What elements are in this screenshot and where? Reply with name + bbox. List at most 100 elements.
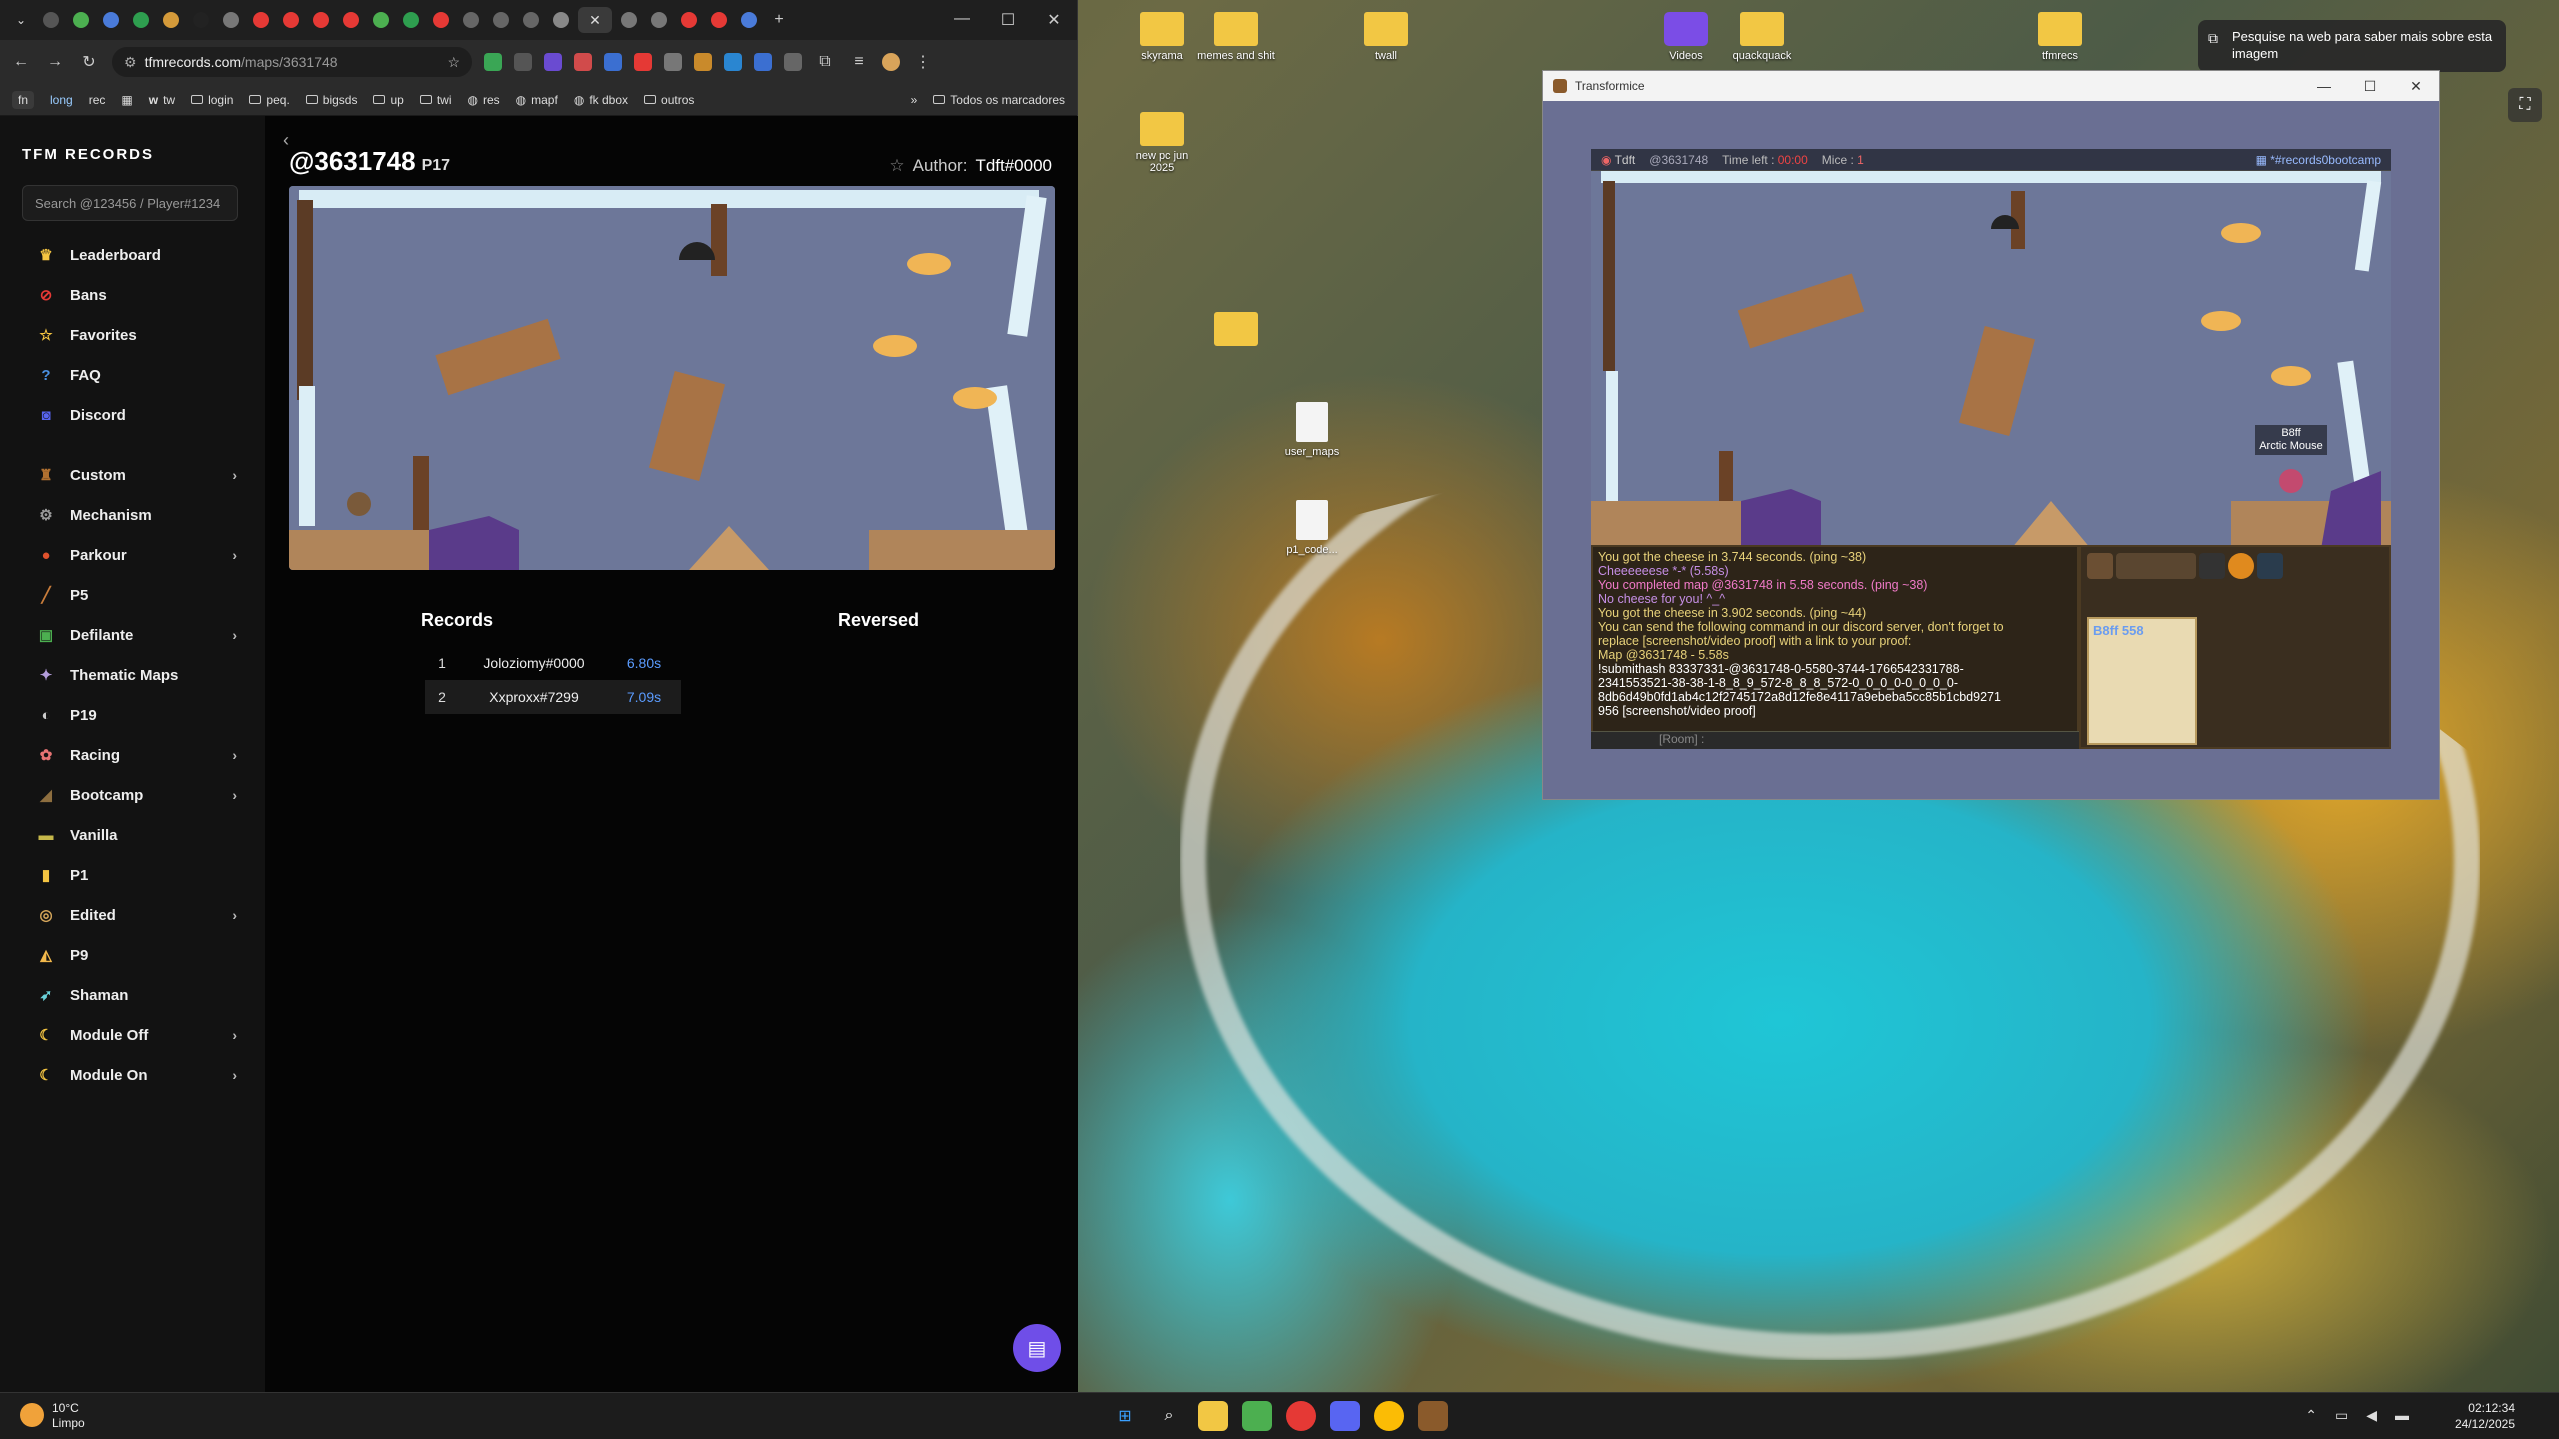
avatar-icon[interactable]	[2087, 553, 2113, 579]
sidebar-item-racing[interactable]: ✿ Racing ›	[22, 735, 243, 775]
tab[interactable]	[38, 7, 64, 33]
chevron-right-icon[interactable]: ›	[232, 907, 237, 923]
tab[interactable]	[518, 7, 544, 33]
sidebar-item-p19[interactable]: ◐ P19	[22, 695, 243, 735]
desktop-folder-newpc[interactable]: new pc jun 2025	[1122, 112, 1202, 174]
sidebar-item-favorites[interactable]: ☆ Favorites	[22, 315, 243, 355]
record-player[interactable]: Joloziomy#0000	[459, 655, 609, 671]
minimize-button[interactable]: —	[2301, 78, 2347, 95]
chevron-right-icon[interactable]: ›	[232, 787, 237, 803]
tab[interactable]	[68, 7, 94, 33]
media-control-icon[interactable]: ≡	[848, 53, 870, 71]
bookmark[interactable]: fn	[12, 90, 35, 109]
tab[interactable]	[706, 7, 732, 33]
chevron-right-icon[interactable]: ›	[232, 1027, 237, 1043]
map-icon[interactable]	[2257, 553, 2283, 579]
sidebar-item-shaman[interactable]: ➶ Shaman	[22, 975, 243, 1015]
sidebar-item-bootcamp[interactable]: ◢ Bootcamp ›	[22, 775, 243, 815]
search-input[interactable]: Search @123456 / Player#1234	[22, 185, 238, 221]
game-titlebar[interactable]: Transformice — ☐ ✕	[1543, 71, 2439, 101]
apps-grid-icon[interactable]: ▦	[121, 93, 132, 107]
all-bookmarks-folder[interactable]: Todos os marcadores	[933, 93, 1065, 107]
bookmark-folder[interactable]: bigsds	[305, 93, 357, 107]
sidebar-item-p1[interactable]: ▮ P1	[22, 855, 243, 895]
close-tab-icon[interactable]: ✕	[589, 12, 601, 29]
desktop-folder-quackquack[interactable]: quackquack	[1722, 12, 1802, 62]
extension-icon[interactable]	[544, 53, 562, 71]
discord-icon[interactable]	[1330, 1401, 1360, 1431]
tab[interactable]	[188, 7, 214, 33]
desktop-folder-twall[interactable]: twall	[1346, 12, 1426, 62]
tab[interactable]	[458, 7, 484, 33]
bookmark-folder[interactable]: peq.	[249, 93, 290, 107]
sidebar-item-mechanism[interactable]: ⚙ Mechanism	[22, 495, 243, 535]
chevron-right-icon[interactable]: ›	[232, 547, 237, 563]
close-button[interactable]: ✕	[2393, 78, 2439, 95]
extensions-puzzle-icon[interactable]: ⧉	[814, 53, 836, 71]
profile-avatar[interactable]	[882, 53, 900, 71]
chrome-icon[interactable]	[1286, 1401, 1316, 1431]
menu-dots-icon[interactable]: ⋮	[912, 52, 934, 72]
chat-input[interactable]: [Room] :	[1591, 731, 2079, 749]
sidebar-item-faq[interactable]: ? FAQ	[22, 355, 243, 395]
sidebar-item-discord[interactable]: ◙ Discord	[22, 395, 243, 435]
network-icon[interactable]: ▭	[2335, 1407, 2348, 1424]
notepad-icon[interactable]	[1242, 1401, 1272, 1431]
desktop-videos[interactable]: Videos	[1646, 12, 1726, 62]
favorite-star-icon[interactable]: ☆	[889, 156, 904, 176]
tab[interactable]	[676, 7, 702, 33]
bookmark[interactable]: w tw	[149, 93, 175, 107]
tab[interactable]	[398, 7, 424, 33]
maximize-button[interactable]: ☐	[2347, 78, 2393, 95]
extension-icon[interactable]	[664, 53, 682, 71]
sidebar-item-bans[interactable]: ⊘ Bans	[22, 275, 243, 315]
tab[interactable]	[98, 7, 124, 33]
table-row[interactable]: 1 Joloziomy#0000 6.80s	[425, 646, 681, 680]
file-explorer-icon[interactable]	[1198, 1401, 1228, 1431]
desktop-folder-memes[interactable]: memes and shit	[1196, 12, 1276, 62]
battery-icon[interactable]: ▬	[2395, 1407, 2409, 1424]
chevron-up-icon[interactable]: ⌃	[2305, 1407, 2317, 1424]
game-window[interactable]: Transformice — ☐ ✕ ◉ Tdft @3631748 Time …	[1542, 70, 2440, 800]
site-info-icon[interactable]: ⚙	[124, 54, 137, 71]
tab[interactable]	[248, 7, 274, 33]
sidebar-item-leaderboard[interactable]: ♛ Leaderboard	[22, 235, 243, 275]
lens-search-button[interactable]: ⛶	[2508, 88, 2542, 122]
search-icon[interactable]	[2199, 553, 2225, 579]
browser-window[interactable]: ⌄ ✕ + — ☐ ✕ ← → ↻ ⚙ tfmrecords.com/maps/…	[0, 0, 1078, 1392]
bookmark[interactable]: ◍ res	[468, 93, 500, 107]
table-row[interactable]: 2 Xxproxx#7299 7.09s	[425, 680, 681, 714]
shop-icon[interactable]	[2228, 553, 2254, 579]
tab[interactable]	[218, 7, 244, 33]
bookmark[interactable]: rec	[89, 93, 106, 107]
extension-icon[interactable]	[754, 53, 772, 71]
bookmark-star-icon[interactable]: ☆	[447, 54, 460, 71]
record-player[interactable]: Xxproxx#7299	[459, 689, 609, 705]
forward-icon[interactable]: →	[44, 53, 66, 71]
tab[interactable]	[616, 7, 642, 33]
tab-list-button[interactable]: ⌄	[8, 7, 34, 33]
reversed-heading[interactable]: Reversed	[838, 610, 919, 631]
tab[interactable]	[128, 7, 154, 33]
maximize-button[interactable]: ☐	[985, 10, 1031, 30]
tab[interactable]	[338, 7, 364, 33]
bookmark[interactable]: ◍ mapf	[516, 93, 558, 107]
sidebar-item-module-on[interactable]: ☾ Module On ›	[22, 1055, 243, 1095]
desktop-folder-skyrama[interactable]: skyrama	[1122, 12, 1202, 62]
sidebar-item-module-off[interactable]: ☾ Module Off ›	[22, 1015, 243, 1055]
tab[interactable]	[646, 7, 672, 33]
bookmark-folder[interactable]: twi	[419, 93, 452, 107]
more-bookmarks-icon[interactable]: »	[911, 93, 918, 107]
sidebar-item-edited[interactable]: ◎ Edited ›	[22, 895, 243, 935]
bookmark-folder[interactable]: up	[373, 93, 404, 107]
chevron-right-icon[interactable]: ›	[232, 1067, 237, 1083]
extension-icon[interactable]	[484, 53, 502, 71]
bookmark[interactable]: ◍ fk dbox	[574, 93, 628, 107]
sidebar-item-custom[interactable]: ♜ Custom ›	[22, 455, 243, 495]
extension-icon[interactable]	[604, 53, 622, 71]
transformice-icon[interactable]	[1418, 1401, 1448, 1431]
tab-active[interactable]: ✕	[578, 7, 612, 33]
extension-icon[interactable]	[724, 53, 742, 71]
tab[interactable]	[488, 7, 514, 33]
sidebar-item-defilante[interactable]: ▣ Defilante ›	[22, 615, 243, 655]
